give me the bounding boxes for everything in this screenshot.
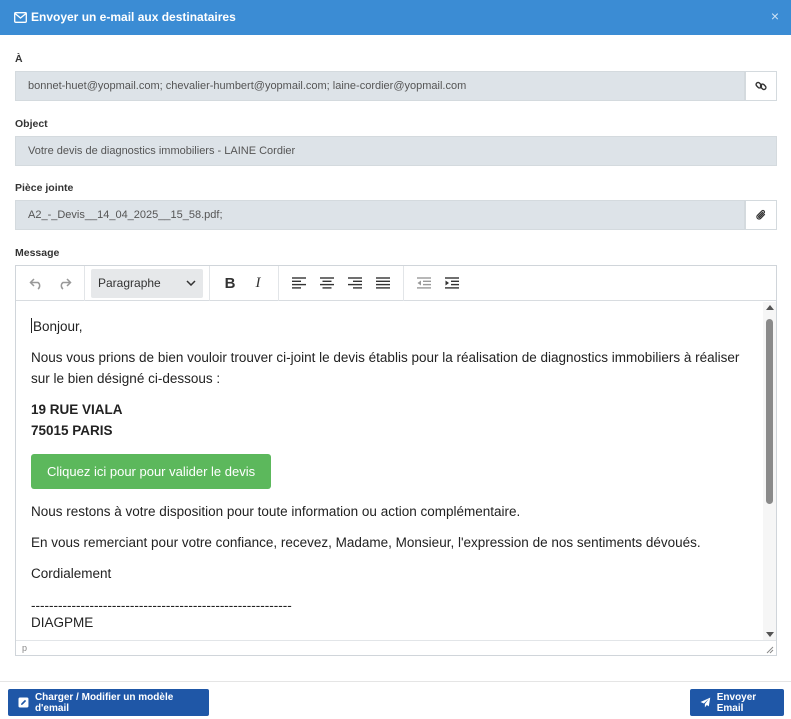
closing-paragraph: Cordialement [31, 566, 112, 581]
address-line-1: 19 RUE VIALA [31, 402, 123, 417]
align-justify-icon [376, 277, 390, 289]
chevron-down-icon [186, 280, 196, 286]
to-link-button[interactable] [745, 71, 777, 101]
align-center-button[interactable] [313, 270, 341, 296]
validate-quote-button[interactable]: Cliquez ici pour pour valider le devis [31, 454, 272, 489]
address-line-2: 75015 PARIS [31, 423, 113, 438]
availability-paragraph: Nous restons à votre disposition pour to… [31, 504, 521, 519]
bold-button[interactable]: B [216, 270, 244, 296]
scroll-down-arrow-icon[interactable] [766, 632, 774, 637]
load-template-button[interactable]: Charger / Modifier un modèle d'email [8, 689, 209, 716]
to-label: À [15, 53, 23, 65]
attach-button[interactable] [745, 200, 777, 230]
link-icon [755, 81, 767, 91]
modal-header: Envoyer un e-mail aux destinataires × [0, 0, 791, 35]
format-group: Paragraphe [85, 265, 210, 301]
paragraph-format-value: Paragraphe [98, 276, 161, 290]
signature-separator: ----------------------------------------… [31, 598, 292, 613]
attachment-field[interactable]: A2_-_Devis__14_04_2025__15_58.pdf; [15, 200, 745, 230]
align-left-button[interactable] [285, 270, 313, 296]
outdent-button[interactable] [410, 270, 438, 296]
align-center-icon [320, 277, 334, 289]
element-path: p [22, 643, 28, 653]
modal-title: Envoyer un e-mail aux destinataires [31, 10, 236, 24]
message-editor: Paragraphe B I Bonjour, Nous vous prions… [15, 265, 777, 656]
close-button[interactable]: × [771, 8, 779, 24]
paperclip-icon [755, 209, 765, 220]
editor-content[interactable]: Bonjour, Nous vous prions de bien vouloi… [16, 302, 763, 640]
send-email-label: Envoyer Email [716, 691, 757, 714]
scroll-up-arrow-icon[interactable] [766, 305, 774, 310]
editor-toolbar: Paragraphe B I [16, 265, 776, 301]
paragraph-format-select[interactable]: Paragraphe [91, 268, 203, 298]
intro-paragraph: Nous vous prions de bien vouloir trouver… [31, 350, 740, 386]
thanks-paragraph: En vous remerciant pour votre confiance,… [31, 535, 701, 550]
history-group [16, 265, 85, 301]
text-caret [31, 318, 32, 333]
to-field[interactable]: bonnet-huet@yopmail.com; chevalier-humbe… [15, 71, 745, 101]
message-label: Message [15, 247, 60, 259]
align-justify-button[interactable] [369, 270, 397, 296]
editor-scrollbar[interactable] [763, 302, 776, 640]
undo-button[interactable] [22, 270, 50, 296]
signature-company: DIAGPME [31, 615, 94, 630]
attachment-label: Pièce jointe [15, 182, 74, 194]
italic-button[interactable]: I [244, 270, 272, 296]
align-right-button[interactable] [341, 270, 369, 296]
outdent-icon [417, 277, 431, 289]
address-block: 19 RUE VIALA 75015 PARIS [31, 399, 748, 441]
indent-button[interactable] [438, 270, 466, 296]
style-group: B I [210, 265, 279, 301]
redo-button[interactable] [50, 270, 78, 296]
email-modal: Envoyer un e-mail aux destinataires × À … [0, 0, 791, 719]
resize-handle-icon[interactable] [766, 646, 774, 654]
undo-icon [28, 277, 40, 290]
align-left-icon [292, 277, 306, 289]
indent-icon [445, 277, 459, 289]
greeting-text: Bonjour, [33, 319, 83, 334]
envelope-icon [14, 11, 27, 23]
footer-divider [0, 681, 791, 682]
align-right-icon [348, 277, 362, 289]
indent-group [404, 266, 472, 301]
object-field[interactable]: Votre devis de diagnostics immobiliers -… [15, 136, 777, 166]
editor-statusbar: p [16, 640, 776, 655]
redo-icon [60, 277, 72, 290]
modal-title-wrap: Envoyer un e-mail aux destinataires [14, 10, 236, 24]
align-group [279, 265, 404, 301]
send-email-button[interactable]: Envoyer Email [690, 689, 784, 716]
load-template-label: Charger / Modifier un modèle d'email [34, 691, 174, 714]
paper-plane-icon [700, 697, 711, 708]
edit-icon [18, 697, 29, 708]
scroll-thumb[interactable] [766, 319, 773, 504]
object-label: Object [15, 118, 48, 130]
greeting-paragraph: Bonjour, [31, 316, 748, 337]
